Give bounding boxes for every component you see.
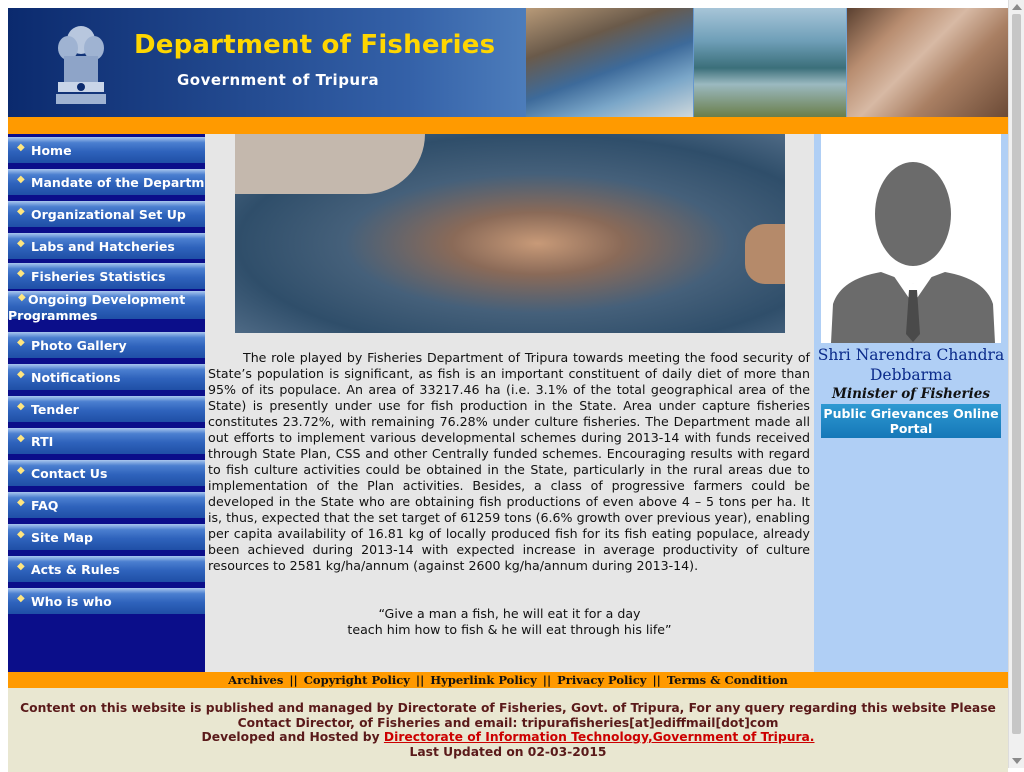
nav-item-label: Acts & Rules: [31, 562, 120, 577]
header-photo-fish-closeup: [847, 8, 1008, 117]
intro-paragraph: The role played by Fisheries Department …: [208, 350, 810, 573]
site-title: Department of Fisheries: [134, 30, 496, 60]
nav-item-organizational-setup[interactable]: ◆ Organizational Set Up: [8, 201, 205, 229]
diamond-icon: ◆: [17, 142, 25, 153]
content-center: The role played by Fisheries Department …: [205, 134, 814, 672]
link-separator: ||: [415, 673, 425, 687]
header-photo-fish-harvest: [694, 8, 846, 117]
site-footer: Content on this website is published and…: [8, 688, 1008, 772]
nav-item-contact-us[interactable]: ◆ Contact Us: [8, 460, 205, 488]
nav-item-label: Photo Gallery: [31, 338, 127, 353]
diamond-icon: ◆: [17, 206, 25, 217]
nav-item-home[interactable]: ◆ Home: [8, 137, 205, 165]
link-separator: ||: [652, 673, 661, 687]
nav-item-notifications[interactable]: ◆ Notifications: [8, 364, 205, 392]
nav-item-mandate[interactable]: ◆ Mandate of the Department: [8, 169, 228, 197]
quote-line-2: teach him how to fish & he will eat thro…: [347, 622, 672, 637]
nav-item-label: Notifications: [31, 370, 121, 385]
diamond-icon: ◆: [17, 593, 25, 604]
diamond-icon: ◆: [17, 238, 25, 249]
nav-item-label: Mandate of the Department: [31, 175, 228, 190]
scroll-down-arrow-icon[interactable]: [1012, 758, 1022, 764]
nav-item-label: RTI: [31, 434, 54, 449]
quote-line-1: “Give a man a fish, he will eat it for a…: [378, 606, 641, 621]
copyright-policy-link[interactable]: Copyright Policy: [304, 673, 410, 687]
footer-developed-line: Developed and Hosted by Directorate of I…: [202, 730, 815, 744]
nav-item-label: FAQ: [31, 498, 59, 513]
sidebar-nav: ◆ Home ◆ Mandate of the Department ◆ Org…: [8, 134, 228, 672]
hyperlink-policy-link[interactable]: Hyperlink Policy: [430, 673, 536, 687]
site-subtitle: Government of Tripura: [177, 71, 380, 89]
nav-item-site-map[interactable]: ◆ Site Map: [8, 524, 205, 552]
scroll-up-arrow-icon[interactable]: [1012, 4, 1022, 10]
nav-item-label: Home: [31, 143, 72, 158]
public-grievances-button[interactable]: Public Grievances Online Portal: [821, 404, 1001, 438]
minister-avatar: [821, 134, 1001, 343]
minister-name: Shri Narendra Chandra Debbarma: [817, 346, 1005, 384]
nav-item-photo-gallery[interactable]: ◆ Photo Gallery: [8, 332, 205, 360]
nav-item-tender[interactable]: ◆ Tender: [8, 396, 205, 424]
vertical-scrollbar[interactable]: [1008, 0, 1024, 768]
prawn-harvest-photo: [235, 134, 785, 333]
nav-item-fisheries-statistics[interactable]: ◆ Fisheries Statistics: [8, 263, 205, 291]
nav-item-label: Labs and Hatcheries: [31, 239, 175, 254]
header-photo-fishermen-net: [526, 8, 693, 117]
state-emblem-icon: [56, 26, 106, 104]
minister-title: Minister of Fisheries: [832, 386, 990, 402]
dit-tripura-link[interactable]: Directorate of Information Technology,Go…: [384, 730, 815, 744]
footer-content-notice: Content on this website is published and…: [20, 701, 996, 730]
diamond-icon: ◆: [17, 529, 25, 540]
nav-item-acts-rules[interactable]: ◆ Acts & Rules: [8, 556, 205, 584]
last-updated: Last Updated on 02-03-2015: [409, 744, 607, 759]
nav-item-labs-hatcheries[interactable]: ◆ Labs and Hatcheries: [8, 233, 205, 261]
fishing-quote: “Give a man a fish, he will eat it for a…: [205, 606, 814, 638]
terms-condition-link[interactable]: Terms & Condition: [667, 673, 788, 687]
nav-item-rti[interactable]: ◆ RTI: [8, 428, 205, 456]
nav-item-label: Who is who: [31, 594, 112, 609]
nav-item-faq[interactable]: ◆ FAQ: [8, 492, 205, 520]
archives-link[interactable]: Archives: [228, 673, 283, 687]
diamond-icon: ◆: [17, 433, 25, 444]
diamond-icon: ◆: [17, 465, 25, 476]
nav-item-label: Tender: [31, 402, 79, 417]
person-silhouette-icon: [821, 134, 1001, 343]
main-area: ◆ Home ◆ Mandate of the Department ◆ Org…: [8, 134, 1008, 672]
nav-item-label: Fisheries Statistics: [31, 269, 166, 284]
header-divider: [8, 117, 1008, 134]
scrollbar-thumb[interactable]: [1012, 14, 1021, 734]
diamond-icon: ◆: [17, 369, 25, 380]
developed-prefix: Developed and Hosted by: [201, 730, 380, 744]
diamond-icon: ◆: [17, 561, 25, 572]
nav-item-label: Site Map: [31, 530, 93, 545]
link-separator: ||: [289, 673, 298, 687]
nav-item-label: Ongoing Development Programmes: [8, 292, 186, 323]
site-header: Department of Fisheries Government of Tr…: [8, 8, 1008, 117]
footer-links-bar: Archives || Copyright Policy || Hyperlin…: [8, 672, 1008, 688]
privacy-policy-link[interactable]: Privacy Policy: [557, 673, 646, 687]
page-frame: Department of Fisheries Government of Tr…: [8, 8, 1008, 772]
diamond-icon: ◆: [17, 174, 25, 185]
diamond-icon: ◆: [17, 401, 25, 412]
nav-item-ongoing-programmes[interactable]: ◆ Ongoing Development Programmes: [8, 291, 205, 323]
diamond-icon: ◆: [17, 268, 25, 279]
nav-item-label: Contact Us: [31, 466, 108, 481]
nav-item-who-is-who[interactable]: ◆ Who is who: [8, 588, 205, 616]
minister-panel: Shri Narendra Chandra Debbarma Minister …: [814, 134, 1008, 672]
diamond-icon: ◆: [17, 497, 25, 508]
link-separator: ||: [542, 673, 552, 687]
diamond-icon: ◆: [17, 337, 25, 348]
nav-item-label: Organizational Set Up: [31, 207, 186, 222]
